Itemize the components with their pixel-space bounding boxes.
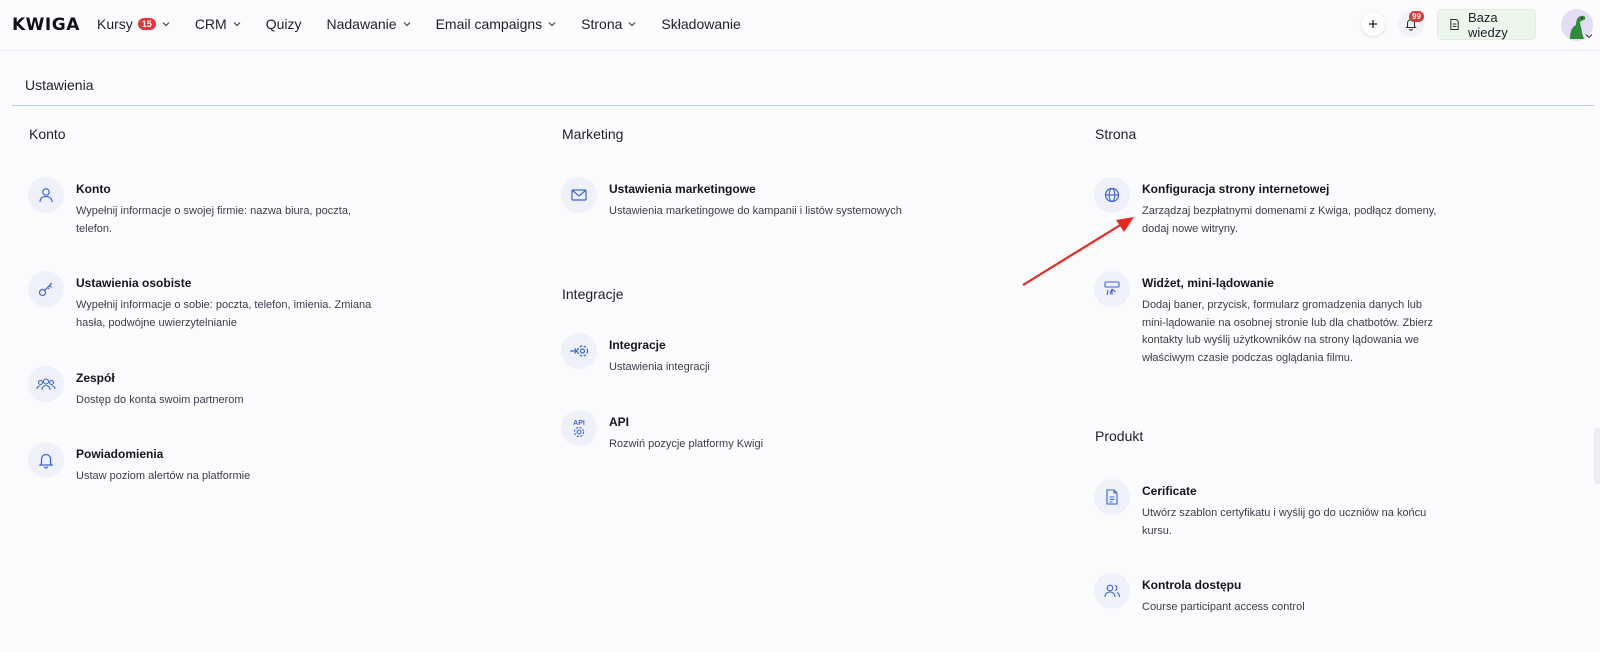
top-navigation-bar: KWIGA Kursy 15 CRM Quizy Nadawanie Email… [0,0,1600,51]
item-description: Dodaj baner, przycisk, formularz gromadz… [1142,299,1434,364]
nav-item-label: Email campaigns [435,16,543,32]
kwiga-logo[interactable]: KWIGA [12,15,80,35]
item-description: Zarządzaj bezpłatnymi domenami z Kwiga, … [1142,205,1437,235]
item-title: Widżet, mini-lądowanie [1142,276,1274,290]
key-icon [28,271,64,307]
section-title-marketing: Marketing [562,126,624,142]
annotation-arrow [1022,217,1134,286]
item-title: Cerificate [1142,484,1197,498]
item-description: Ustaw poziom alertów na platformie [76,470,251,482]
integration-icon [561,333,597,369]
item-description: Ustawienia integracji [609,361,710,373]
item-title: Konto [76,182,111,196]
nav-item-label: Quizy [265,16,302,32]
item-title: Zespół [76,371,115,385]
nav-item-label: CRM [194,16,227,32]
item-description: Wypełnij informacje o swojej firmie: naz… [76,205,352,235]
nav-item-label: Strona [581,16,623,32]
nav-item-strona[interactable]: Strona [581,16,636,32]
api-icon: API [561,410,597,446]
nav-item-email-campaigns[interactable]: Email campaigns [436,16,557,32]
bell-icon [28,442,64,478]
item-title: Integracje [609,338,666,352]
nav-item-crm[interactable]: CRM [195,16,241,32]
book-icon [1450,18,1459,31]
item-title: Kontrola dostępu [1142,578,1242,592]
globe-icon [1094,177,1130,213]
item-title: Konfiguracja strony internetowej [1142,182,1330,196]
nav-item-label: Kursy [97,16,133,32]
nav-item-kursy[interactable]: Kursy 15 [97,16,170,32]
main-nav: Kursy 15 CRM Quizy Nadawanie Email campa… [97,0,766,48]
add-button[interactable] [1361,12,1385,36]
chevron-down-icon [162,22,170,27]
chevron-down-icon [628,22,636,27]
team-icon [28,366,64,402]
item-description: Dostęp do konta swoim partnerom [76,394,244,406]
section-title-strona: Strona [1095,126,1137,142]
section-title-konto: Konto [29,126,66,142]
item-title: Ustawienia marketingowe [609,182,756,196]
item-description: Rozwiń pozycje platformy Kwigi [609,438,764,450]
api-icon-text: API [573,420,585,427]
item-description: Ustawienia marketingowe do kampanii i li… [609,205,902,217]
courses-count-badge: 15 [137,18,156,30]
notifications-count-badge: 99 [1409,11,1424,22]
knowledge-base-button[interactable]: Baza wiedzy [1437,9,1536,40]
nav-item-skladowanie[interactable]: Składowanie [661,16,740,32]
nav-item-nadawanie[interactable]: Nadawanie [327,16,411,32]
item-title: Powiadomienia [76,447,164,461]
mail-icon [561,177,597,213]
chevron-down-icon [233,22,241,27]
access-control-icon [1094,573,1130,609]
item-title: Ustawienia osobiste [76,276,192,290]
section-title-produkt: Produkt [1095,428,1144,444]
chevron-down-icon [548,22,556,27]
item-description: Utwórz szablon certyfikatu i wyślij go d… [1142,507,1427,537]
nav-item-label: Składowanie [661,16,741,32]
item-description: Wypełnij informacje o sobie: poczta, tel… [76,299,372,329]
header-divider [12,105,1594,106]
chevron-down-icon [403,22,410,27]
nav-item-label: Nadawanie [326,16,397,32]
item-title: API [609,415,630,429]
section-title-integracje: Integracje [562,286,624,302]
item-description: Course participant access control [1142,601,1305,613]
chevron-down-icon [1585,34,1593,39]
nav-item-quizy[interactable]: Quizy [266,16,302,32]
side-panel-tab[interactable] [1594,428,1600,484]
page-title: Ustawienia [25,77,94,93]
certificate-icon [1094,479,1130,515]
knowledge-base-label: Baza wiedzy [1468,9,1508,40]
user-icon [28,177,64,213]
plus-icon [1369,20,1377,28]
